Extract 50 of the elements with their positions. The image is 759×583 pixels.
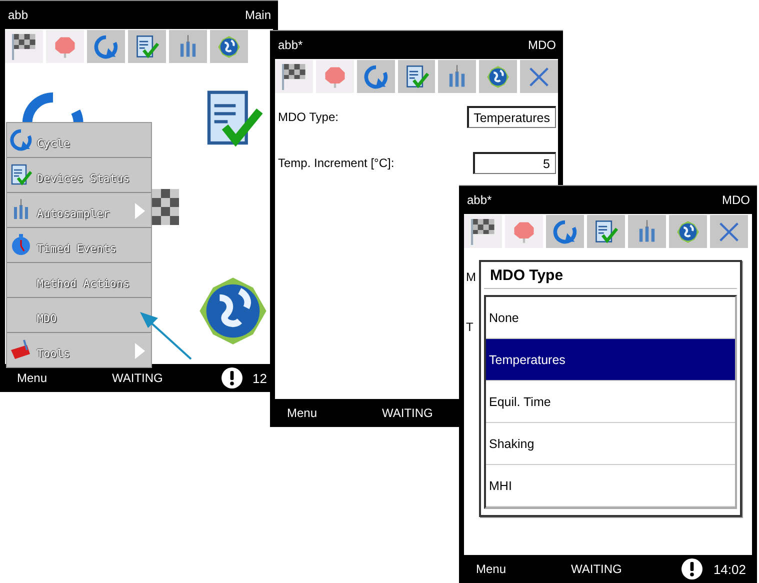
alert-icon — [220, 367, 243, 389]
toolbar-button[interactable] — [546, 215, 584, 248]
status-text: WAITING — [112, 371, 164, 385]
toolbox-icon — [9, 338, 33, 362]
stopwatch-icon — [9, 233, 33, 257]
status-text: WAITING — [571, 562, 623, 576]
list-option[interactable]: Temperatures — [486, 339, 735, 381]
field-label: Temp. Increment [°C]: — [278, 156, 394, 170]
toolbar-button[interactable] — [398, 60, 436, 93]
toolbar-button[interactable] — [520, 60, 558, 93]
field-label: T — [466, 320, 474, 334]
alert-icon — [681, 558, 704, 580]
menu-softkey[interactable]: Menu — [476, 562, 571, 576]
checklist-icon — [9, 163, 33, 187]
checkered-flag-icon — [471, 218, 495, 244]
field-label: MDO Type: — [278, 110, 338, 124]
toolbar-button[interactable] — [710, 215, 748, 248]
cycle-icon — [93, 34, 119, 60]
globe-icon — [675, 218, 701, 244]
select-field[interactable]: Temperatures — [466, 106, 556, 128]
toolbar-button[interactable] — [128, 30, 166, 63]
checklist-icon — [134, 34, 160, 60]
menu-softkey[interactable]: Menu — [17, 371, 112, 385]
menu-softkey[interactable]: Menu — [287, 406, 382, 420]
clock-time: 14:02 — [713, 562, 746, 576]
screen-name: Main — [244, 8, 271, 22]
cycle-icon — [552, 218, 578, 244]
toolbar-button[interactable] — [479, 60, 518, 93]
globe-icon — [485, 64, 512, 90]
screen-name: MDO — [722, 193, 750, 207]
toolbar-button[interactable] — [87, 30, 125, 63]
checklist-icon — [404, 64, 430, 90]
globe-icon — [216, 34, 242, 60]
toolbar-button[interactable] — [669, 215, 707, 248]
checklist-icon — [593, 218, 619, 244]
window-title: abb — [8, 8, 28, 22]
toolbar-button[interactable] — [587, 215, 625, 248]
clock-time: 12 — [252, 370, 267, 386]
window-title: abb* — [467, 193, 492, 207]
field-label: M — [466, 270, 476, 284]
number-field[interactable]: 5 — [473, 152, 556, 174]
cycle-icon — [362, 64, 389, 90]
window-title: abb* — [278, 38, 303, 52]
dialog-title: MDO Type — [484, 264, 737, 289]
checkered-flag-icon — [12, 34, 36, 60]
status-text: WAITING — [382, 406, 434, 420]
toolbar-button[interactable] — [356, 60, 395, 93]
toolbar-button[interactable] — [210, 30, 248, 63]
checkered-flag-icon — [282, 64, 306, 90]
screen-name: MDO — [528, 38, 556, 52]
